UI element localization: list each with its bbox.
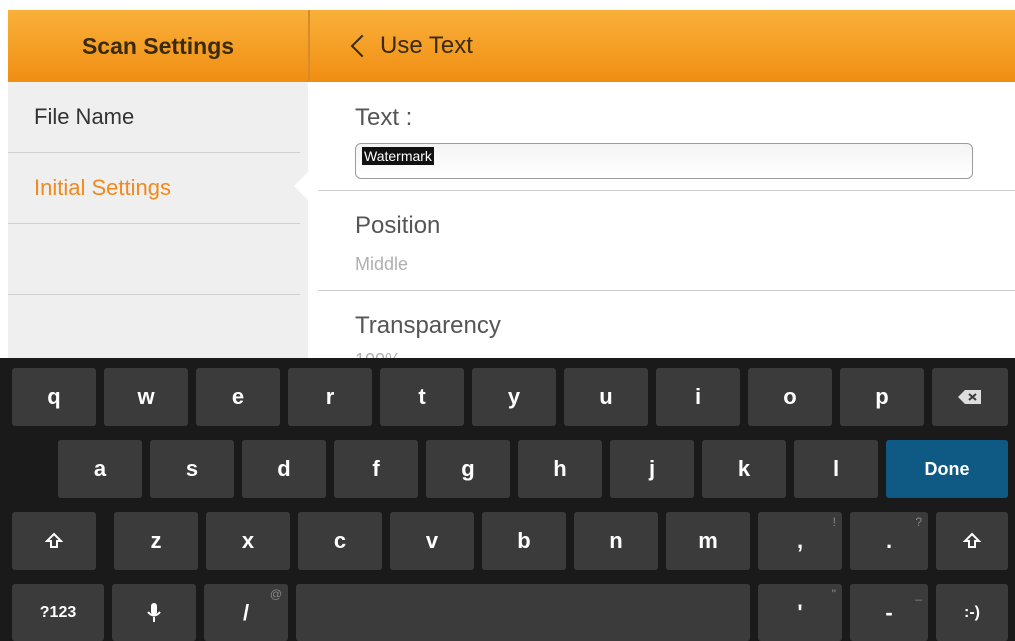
key-e[interactable]: e	[196, 368, 280, 426]
key-j[interactable]: j	[610, 440, 694, 498]
key-b[interactable]: b	[482, 512, 566, 570]
key-period-label: .	[885, 528, 893, 553]
key-period-alt: ?	[915, 515, 922, 529]
key-t[interactable]: t	[380, 368, 464, 426]
key-k[interactable]: k	[702, 440, 786, 498]
key-slash[interactable]: / @	[204, 584, 288, 641]
key-dash-label: -	[885, 599, 893, 625]
settings-panel: Text : Watermark Position Middle Transpa…	[310, 82, 1015, 370]
key-apostrophe-label: '	[797, 599, 803, 625]
divider	[318, 290, 1015, 291]
key-z[interactable]: z	[114, 512, 198, 570]
key-comma-alt: !	[832, 515, 836, 529]
key-u[interactable]: u	[564, 368, 648, 426]
key-slash-alt: @	[269, 587, 282, 601]
key-d[interactable]: d	[242, 440, 326, 498]
key-n[interactable]: n	[574, 512, 658, 570]
smiley-key[interactable]: :-)	[936, 584, 1008, 641]
backspace-key[interactable]	[932, 368, 1008, 426]
sidebar-item-label: Initial Settings	[34, 175, 171, 200]
key-m[interactable]: m	[666, 512, 750, 570]
sidebar-item-empty	[8, 224, 300, 295]
chevron-left-icon	[350, 34, 374, 58]
key-f[interactable]: f	[334, 440, 418, 498]
sidebar-title: Scan Settings	[81, 33, 235, 59]
key-o[interactable]: o	[748, 368, 832, 426]
sidebar-item-initial-settings[interactable]: Initial Settings	[8, 153, 300, 224]
key-c[interactable]: c	[298, 512, 382, 570]
text-input[interactable]: Watermark	[355, 143, 973, 179]
divider	[318, 190, 1015, 191]
back-button-label: Use Text	[380, 32, 473, 59]
key-dash[interactable]: - _	[850, 584, 928, 641]
text-label: Text :	[355, 104, 413, 131]
sidebar: File Name Initial Settings	[8, 82, 308, 366]
key-comma-label: ,	[796, 528, 804, 553]
sidebar-header: Scan Settings	[8, 10, 308, 82]
key-v[interactable]: v	[390, 512, 474, 570]
sidebar-item-label: File Name	[34, 104, 135, 129]
position-value: Middle	[355, 254, 409, 274]
soft-keyboard: q w e r t y u i o p a s d f g h j k l Do…	[0, 358, 1015, 641]
key-s[interactable]: s	[150, 440, 234, 498]
key-p[interactable]: p	[840, 368, 924, 426]
shift-icon	[45, 532, 63, 548]
back-button[interactable]: Use Text	[350, 10, 473, 82]
key-slash-label: /	[242, 599, 250, 625]
key-i[interactable]: i	[656, 368, 740, 426]
key-y[interactable]: y	[472, 368, 556, 426]
key-period[interactable]: . ?	[850, 512, 928, 570]
key-apostrophe-alt: "	[831, 587, 836, 601]
key-comma[interactable]: , !	[758, 512, 842, 570]
key-h[interactable]: h	[518, 440, 602, 498]
space-key[interactable]	[296, 584, 750, 641]
key-g[interactable]: g	[426, 440, 510, 498]
microphone-icon	[147, 602, 161, 622]
key-dash-alt: _	[915, 587, 922, 601]
sidebar-item-empty	[8, 295, 300, 366]
sidebar-item-file-name[interactable]: File Name	[8, 82, 300, 153]
key-r[interactable]: r	[288, 368, 372, 426]
selection-notch	[294, 172, 308, 200]
action-bar: Scan Settings Use Text	[0, 0, 1015, 84]
shift-key-right[interactable]	[936, 512, 1008, 570]
voice-input-key[interactable]	[112, 584, 196, 641]
shift-key-left[interactable]	[12, 512, 96, 570]
symbols-key[interactable]: ?123	[12, 584, 104, 641]
transparency-label: Transparency	[355, 312, 501, 339]
done-key[interactable]: Done	[886, 440, 1008, 498]
key-apostrophe[interactable]: ' "	[758, 584, 842, 641]
shift-icon	[963, 532, 981, 548]
position-label: Position	[355, 212, 441, 239]
content-header: Use Text	[310, 10, 1015, 82]
text-input-value: Watermark	[362, 147, 434, 165]
key-l[interactable]: l	[794, 440, 878, 498]
key-x[interactable]: x	[206, 512, 290, 570]
key-a[interactable]: a	[58, 440, 142, 498]
key-q[interactable]: q	[12, 368, 96, 426]
key-w[interactable]: w	[104, 368, 188, 426]
backspace-icon	[958, 390, 981, 404]
